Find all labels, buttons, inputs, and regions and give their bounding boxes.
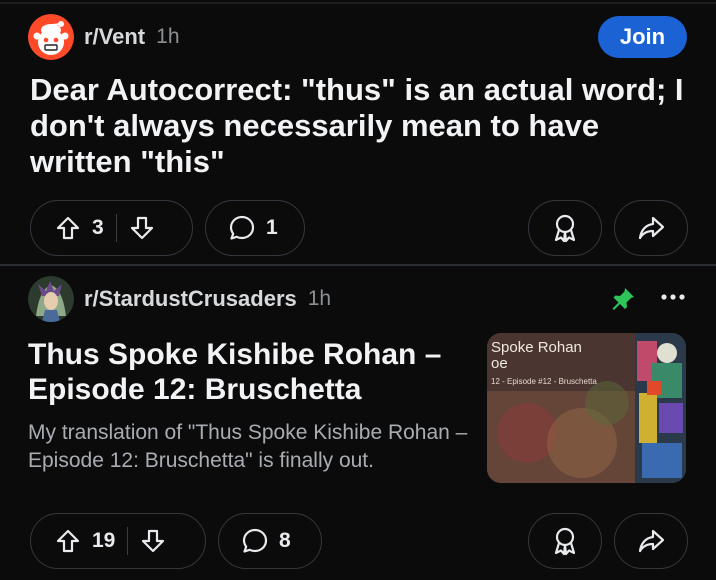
post-thumbnail[interactable]: Spoke Rohan oe 12 - Episode #12 - Brusch… bbox=[487, 333, 686, 483]
award-icon bbox=[551, 526, 579, 556]
downvote-icon[interactable] bbox=[140, 528, 166, 554]
vote-separator bbox=[127, 527, 129, 555]
subreddit-name[interactable]: r/Vent bbox=[84, 24, 145, 50]
post-body: My translation of "Thus Spoke Kishibe Ro… bbox=[28, 421, 468, 472]
subreddit-name[interactable]: r/StardustCrusaders bbox=[84, 286, 297, 312]
post-header: r/StardustCrusaders 1h bbox=[28, 276, 331, 322]
thumbnail-title-line2: oe bbox=[491, 355, 508, 372]
share-button[interactable] bbox=[614, 200, 688, 256]
upvote-icon[interactable] bbox=[55, 215, 81, 241]
thumbnail-title-line1: Spoke Rohan bbox=[491, 339, 582, 356]
upvote-count: 3 bbox=[92, 216, 104, 239]
thumbnail-subtitle: 12 - Episode #12 - Bruschetta bbox=[491, 377, 597, 386]
upvote-icon[interactable] bbox=[55, 528, 81, 554]
post-card[interactable]: r/Vent 1h Join Dear Autocorrect: "thus" … bbox=[0, 0, 716, 264]
post-header: r/Vent 1h bbox=[28, 14, 180, 60]
post-card[interactable]: r/StardustCrusaders 1h Thus Spoke Kishib… bbox=[0, 266, 716, 580]
upvote-count: 19 bbox=[92, 529, 116, 552]
comment-count: 8 bbox=[279, 529, 291, 552]
post-time: 1h bbox=[156, 25, 180, 48]
award-button[interactable] bbox=[528, 200, 602, 256]
share-button[interactable] bbox=[614, 513, 688, 569]
vote-separator bbox=[115, 214, 117, 242]
comment-count: 1 bbox=[266, 216, 278, 239]
vote-bar: 3 bbox=[30, 200, 193, 256]
share-icon bbox=[637, 215, 665, 241]
award-icon bbox=[551, 213, 579, 243]
comments-button[interactable]: 1 bbox=[205, 200, 305, 256]
vote-bar: 19 bbox=[30, 513, 206, 569]
comment-icon bbox=[228, 214, 256, 242]
subreddit-avatar[interactable] bbox=[28, 276, 74, 322]
subreddit-avatar[interactable] bbox=[28, 14, 74, 60]
more-options-icon[interactable] bbox=[660, 289, 686, 307]
comments-button[interactable]: 8 bbox=[218, 513, 322, 569]
share-icon bbox=[637, 528, 665, 554]
join-button[interactable]: Join bbox=[598, 16, 687, 58]
post-time: 1h bbox=[307, 287, 332, 310]
comment-icon bbox=[241, 527, 269, 555]
post-title[interactable]: Dear Autocorrect: "thus" is an actual wo… bbox=[30, 72, 690, 180]
post-title[interactable]: Thus Spoke Kishibe Rohan – Episode 12: B… bbox=[28, 337, 468, 407]
award-button[interactable] bbox=[528, 513, 602, 569]
pin-icon bbox=[610, 286, 636, 317]
downvote-icon[interactable] bbox=[129, 215, 155, 241]
